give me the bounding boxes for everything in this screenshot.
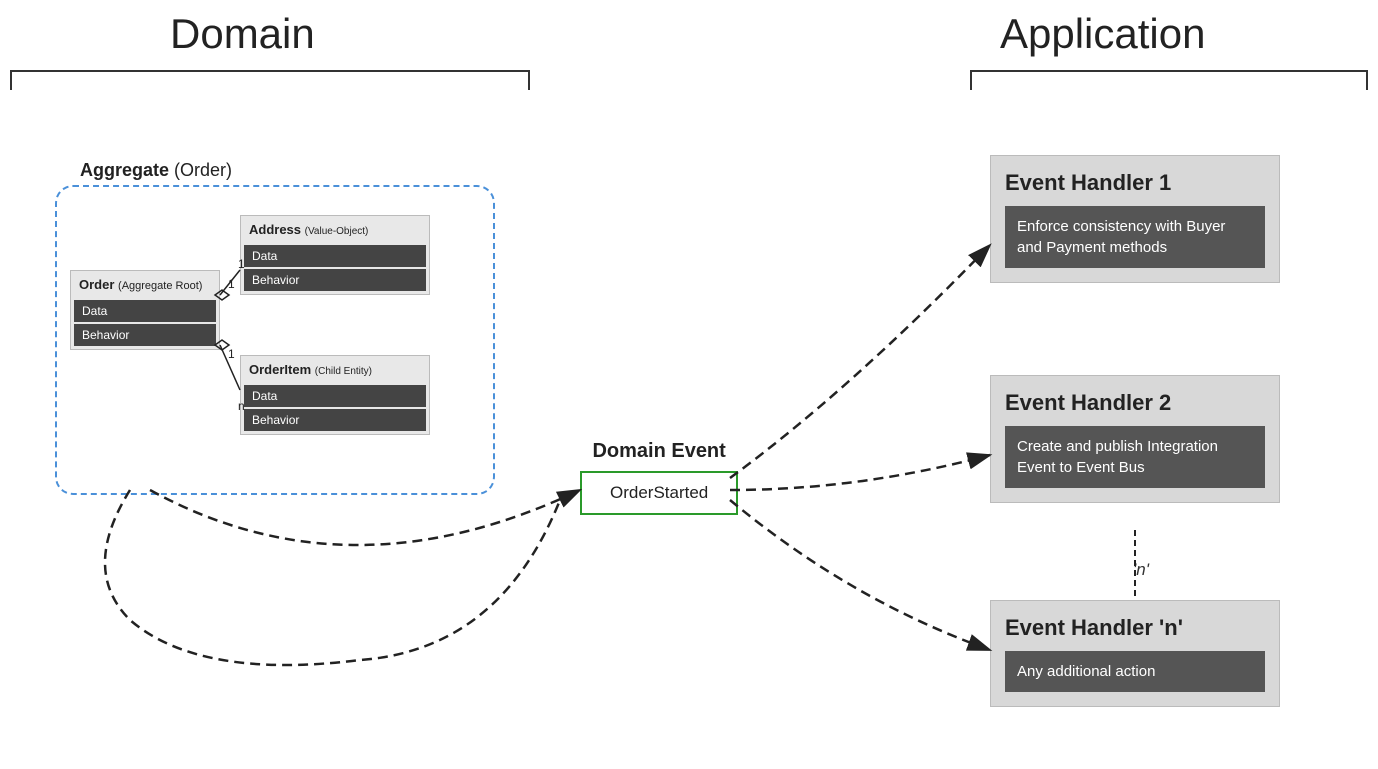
aggregate-label-bold: Aggregate bbox=[80, 160, 169, 180]
order-raise-event-arrow bbox=[105, 490, 560, 665]
handler3-desc: Any additional action bbox=[1005, 651, 1265, 692]
application-header: Application bbox=[1000, 10, 1205, 58]
address-box: Address (Value-Object) Data Behavior bbox=[240, 215, 430, 295]
order-behavior-row: Behavior bbox=[74, 324, 216, 346]
order-title: Order (Aggregate Root) bbox=[71, 271, 219, 298]
event-to-handler2-arrow bbox=[730, 455, 990, 490]
domain-event-label: Domain Event bbox=[592, 440, 725, 463]
event-handler-1-box: Event Handler 1 Enforce consistency with… bbox=[990, 155, 1280, 283]
handler2-desc: Create and publish Integration Event to … bbox=[1005, 426, 1265, 488]
address-subtitle: (Value-Object) bbox=[305, 226, 369, 237]
orderitem-behavior-row: Behavior bbox=[244, 409, 426, 431]
aggregate-to-event-arrow bbox=[150, 490, 580, 545]
domain-header: Domain bbox=[170, 10, 315, 58]
handler1-title: Event Handler 1 bbox=[1005, 170, 1265, 196]
event-to-handlern-arrow bbox=[730, 500, 990, 650]
domain-event-box: OrderStarted bbox=[580, 471, 738, 515]
event-handler-2-box: Event Handler 2 Create and publish Integ… bbox=[990, 375, 1280, 503]
orderitem-name: OrderItem bbox=[249, 362, 311, 377]
event-handler-n-box: Event Handler 'n' Any additional action bbox=[990, 600, 1280, 707]
aggregate-paren: (Order) bbox=[174, 160, 232, 180]
n-label: 'n' bbox=[1133, 560, 1149, 580]
order-subtitle: (Aggregate Root) bbox=[118, 280, 202, 292]
order-box: Order (Aggregate Root) Data Behavior bbox=[70, 270, 220, 350]
address-name: Address bbox=[249, 222, 301, 237]
domain-event-area: Domain Event OrderStarted bbox=[580, 440, 738, 515]
event-to-handler1-arrow bbox=[730, 245, 990, 478]
order-data-row: Data bbox=[74, 300, 216, 322]
address-title: Address (Value-Object) bbox=[241, 216, 429, 243]
address-behavior-row: Behavior bbox=[244, 269, 426, 291]
order-name: Order bbox=[79, 277, 114, 292]
domain-bracket bbox=[10, 70, 530, 90]
handler1-desc: Enforce consistency with Buyer and Payme… bbox=[1005, 206, 1265, 268]
application-bracket bbox=[970, 70, 1368, 90]
aggregate-label: Aggregate (Order) bbox=[80, 160, 232, 181]
handler2-title: Event Handler 2 bbox=[1005, 390, 1265, 416]
orderitem-title: OrderItem (Child Entity) bbox=[241, 356, 429, 383]
orderitem-subtitle: (Child Entity) bbox=[315, 366, 372, 377]
address-data-row: Data bbox=[244, 245, 426, 267]
orderitem-data-row: Data bbox=[244, 385, 426, 407]
handler3-title: Event Handler 'n' bbox=[1005, 615, 1265, 641]
orderitem-box: OrderItem (Child Entity) Data Behavior bbox=[240, 355, 430, 435]
